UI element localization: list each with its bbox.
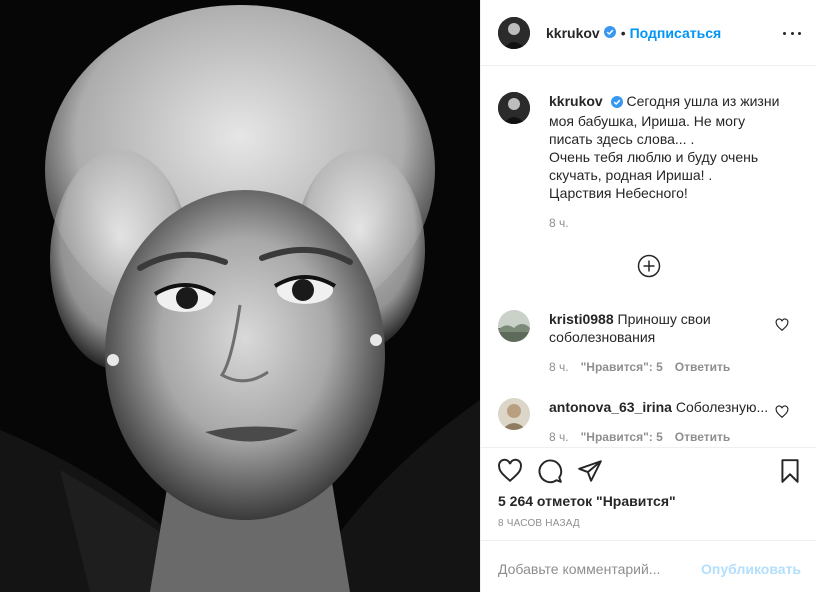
comment-body: Соболезную... — [675, 399, 769, 415]
comment-text: antonova_63_irina Соболезную... — [549, 398, 769, 416]
user-avatar-icon — [498, 16, 530, 49]
caption-text-block: kkrukov Сегодня ушла из жизни моя бабушк… — [549, 92, 797, 202]
portrait-photo — [0, 0, 480, 592]
plus-circle-icon — [637, 254, 661, 278]
comment-like-heart-icon[interactable] — [775, 405, 789, 419]
comment-like-heart-icon[interactable] — [775, 318, 789, 332]
caption-avatar[interactable] — [498, 92, 530, 124]
comment-bubble-icon[interactable] — [537, 458, 563, 484]
verified-badge-icon — [603, 25, 616, 41]
caption-username[interactable]: kkrukov — [549, 93, 603, 109]
verified-badge-icon — [610, 94, 623, 112]
publish-button[interactable]: Опубликовать — [701, 561, 801, 577]
comment-likes[interactable]: "Нравится": 5 — [581, 360, 663, 374]
comment-meta: 8 ч. "Нравится": 5 Ответить — [549, 430, 730, 444]
comment-likes[interactable]: "Нравится": 5 — [581, 430, 663, 444]
load-more-comments-button[interactable] — [637, 254, 661, 278]
post-details-panel: kkrukov • Подписаться kkrukov Сегодня уш… — [480, 0, 816, 592]
post-photo[interactable] — [0, 0, 480, 592]
like-heart-icon[interactable] — [497, 458, 523, 484]
user-avatar-icon — [498, 92, 530, 124]
avatar[interactable] — [498, 16, 530, 49]
caption-text-line1: Сегодня ушла из жизни — [626, 93, 780, 109]
caption-time[interactable]: 8 ч. — [549, 216, 569, 230]
post-header: kkrukov • Подписаться — [481, 0, 816, 66]
post-author-username[interactable]: kkrukov — [546, 25, 600, 41]
caption-text-rest: моя бабушка, Ириша. Не могу писать здесь… — [549, 113, 759, 201]
comment-time[interactable]: 8 ч. — [549, 430, 569, 444]
comment-username[interactable]: antonova_63_irina — [549, 399, 672, 415]
share-paper-plane-icon[interactable] — [577, 458, 603, 484]
comment-username[interactable]: kristi0988 — [549, 311, 614, 327]
comment-avatar[interactable] — [498, 398, 530, 430]
comment-reply-button[interactable]: Ответить — [675, 430, 730, 444]
landscape-avatar-icon — [498, 310, 530, 342]
follow-button[interactable]: Подписаться — [630, 25, 722, 41]
comment-meta: 8 ч. "Нравится": 5 Ответить — [549, 360, 730, 374]
separator-dot: • — [620, 24, 626, 41]
post-timestamp[interactable]: 8 часов назад — [498, 518, 580, 529]
likes-count[interactable]: 5 264 отметок "Нравится" — [498, 493, 676, 509]
comment-avatar[interactable] — [498, 310, 530, 342]
post-actions: 5 264 отметок "Нравится" 8 часов назад О… — [481, 447, 816, 592]
more-options-icon[interactable] — [783, 24, 801, 42]
comment-reply-button[interactable]: Ответить — [675, 360, 730, 374]
person-avatar-icon — [498, 398, 530, 430]
comment-text: kristi0988 Приношу свои соболезнования — [549, 310, 769, 346]
add-comment-bar: Опубликовать — [481, 540, 816, 592]
save-bookmark-icon[interactable] — [777, 458, 803, 484]
comment-input[interactable] — [498, 560, 702, 577]
comment-time[interactable]: 8 ч. — [549, 360, 569, 374]
